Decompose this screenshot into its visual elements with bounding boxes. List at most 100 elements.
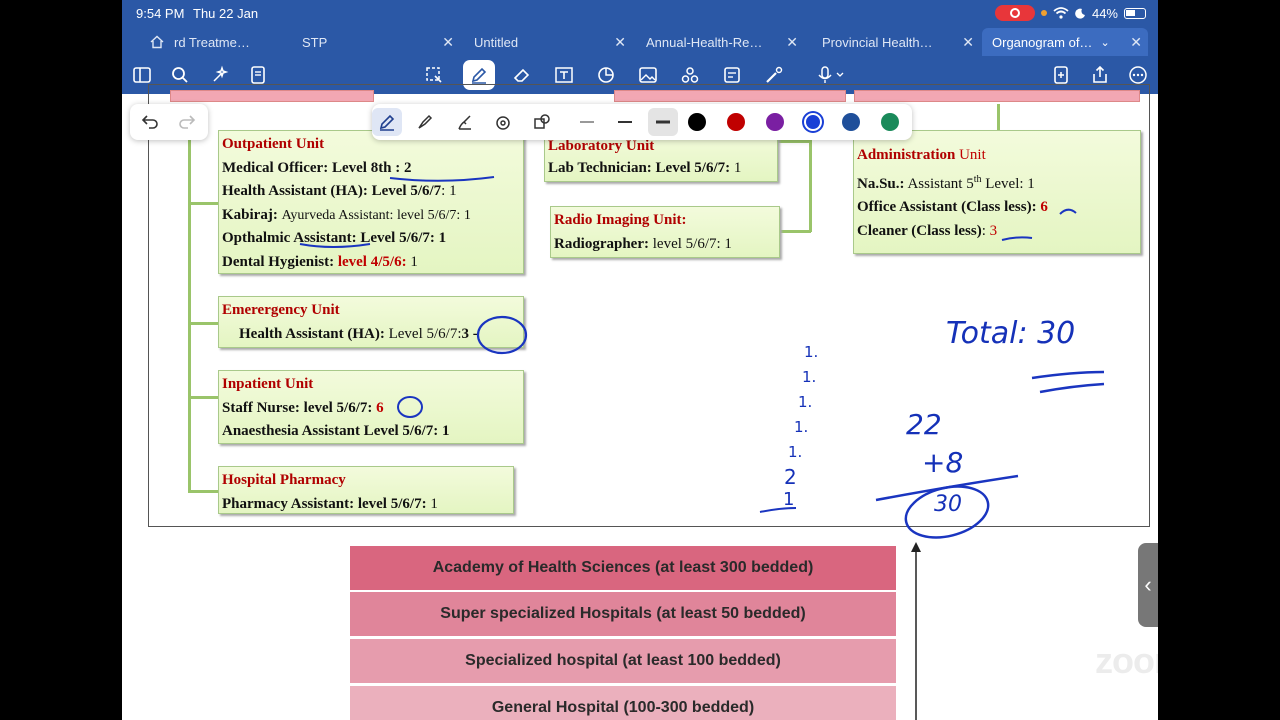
tab-label: Untitled [474,34,519,50]
administration-title: Administration Unit [857,147,986,163]
status-time: 9:54 PM [136,6,185,21]
undo-icon[interactable] [135,108,165,136]
color-swatch-navy[interactable] [842,113,860,131]
color-swatch-green[interactable] [881,113,899,131]
handwritten-total: Total: 30 [946,316,1076,351]
outpatient-line: Kabiraj: Ayurveda Assistant: level 5/6/7… [222,206,471,223]
chevron-left-icon[interactable]: ‹ [1144,572,1151,598]
outpatient-line: Medical Officer: Level 8th : 2 [222,159,412,176]
tab-label: rd Treatme… [174,34,250,50]
connector-line [188,396,218,399]
tab-provincial-health[interactable]: Provincial Health… ✕ [812,28,974,56]
color-swatch-blue-selected[interactable] [804,113,822,131]
tab-annual-health[interactable]: Annual-Health-Re… ✕ [636,28,798,56]
handwritten-sum-top: 22 [906,408,942,441]
pharmacy-line: Pharmacy Assistant: level 5/6/7: 1 [222,495,438,512]
pharmacy-title: Hospital Pharmacy [222,472,346,488]
close-tab-icon[interactable]: ✕ [962,34,974,51]
connector-line [188,490,218,493]
parent-box-partial [854,90,1140,102]
tab-label: Provincial Health… [822,34,933,50]
pen-options-toolbar [372,104,912,140]
moon-icon [1075,8,1085,19]
wifi-icon [1053,7,1069,19]
tab-stp[interactable]: STP ✕ [292,28,454,56]
undo-redo-bar [130,104,208,140]
handwritten-sum-result: 30 [934,492,962,517]
administration-line: Na.Su.: Assistant 5th Level: 1 [857,173,1035,192]
tally-mark: 1. [802,368,817,386]
document-page[interactable]: Outpatient Unit Medical Officer: Level 8… [122,84,1158,720]
color-swatch-purple[interactable] [766,113,784,131]
tally-mark: 1. [798,393,813,411]
emergency-line: Health Assistant (HA): Level 5/6/7:3 - [239,325,478,342]
tab-untitled[interactable]: Untitled ✕ [464,28,626,56]
side-panel-handle[interactable]: ‹ [1138,543,1158,627]
status-bar: 9:54 PM Thu 22 Jan 44% [122,0,1158,28]
connector-line [778,140,811,143]
status-right: 44% [994,5,1146,21]
pharmacy-box: Hospital Pharmacy Pharmacy Assistant: le… [218,466,514,514]
stroke-thin-icon[interactable] [572,108,602,136]
tier-general: General Hospital (100-300 bedded) [350,686,896,720]
handwritten-sum-add: +8 [922,446,964,479]
zoom-watermark: zoom [1095,640,1158,681]
outpatient-line: Dental Hygienist: level 4/5/6: 1 [222,253,418,270]
battery-icon [1124,7,1146,19]
ball-pen-icon[interactable] [410,108,440,136]
outpatient-line: Opthalmic Assistant: Level 5/6/7: 1 [222,230,447,246]
hierarchy-arrow [911,542,921,720]
stroke-thick-icon[interactable] [648,108,678,136]
color-swatch-black[interactable] [688,113,706,131]
emergency-title: Emerergency Unit [222,302,340,318]
screen-recording-icon[interactable] [994,5,1035,21]
parent-box-partial [170,90,374,102]
mic-indicator-icon [1040,10,1047,16]
connector-line [188,134,191,492]
close-tab-icon[interactable]: ✕ [1130,34,1142,51]
tab-rd-treatment[interactable]: rd Treatme… [140,28,280,56]
battery-percent: 44% [1091,5,1118,21]
connector-line [188,202,218,205]
brush-pen-icon[interactable] [450,108,480,136]
connector-line [809,138,812,232]
close-tab-icon[interactable]: ✕ [786,34,798,51]
parent-box-partial [614,90,846,102]
tally-mark: 1 [783,489,795,510]
tier-academy: Academy of Health Sciences (at least 300… [350,546,896,590]
laboratory-line: Lab Technician: Level 5/6/7: 1 [548,160,742,176]
handwritten-tally: 1. 1. 1. 1. 1. 2 1 [778,340,818,510]
color-swatch-red[interactable] [727,113,745,131]
tab-label: Annual-Health-Re… [646,34,763,50]
tally-mark: 1. [794,418,809,436]
tier-specialized: Specialized hospital (at least 100 bedde… [350,639,896,683]
close-tab-icon[interactable]: ✕ [442,34,454,51]
radio-line: Radiographer: level 5/6/7: 1 [554,235,732,252]
fountain-pen-icon[interactable] [372,108,402,136]
shape-pen-icon[interactable] [488,108,518,136]
radio-title: Radio Imaging Unit: [554,212,687,228]
administration-box: Administration Unit Na.Su.: Assistant 5t… [853,130,1141,254]
redo-icon[interactable] [172,108,202,136]
inpatient-unit-box: Inpatient Unit Staff Nurse: level 5/6/7:… [218,370,524,444]
connector-line [188,322,218,325]
tab-label: STP [302,34,328,50]
connector-line [997,104,1000,130]
emergency-unit-box: Emerergency Unit Health Assistant (HA): … [218,296,524,348]
inpatient-title: Inpatient Unit [222,376,314,392]
tally-mark: 2 [784,465,797,489]
tier-super-specialized: Super specialized Hospitals (at least 50… [350,592,896,636]
inpatient-line: Anaesthesia Assistant Level 5/6/7: 1 [222,423,450,439]
tab-label: Organogram of… [992,34,1093,50]
close-tab-icon[interactable]: ✕ [614,34,626,51]
outpatient-line: Health Assistant (HA): Level 5/6/7: 1 [222,183,457,199]
tally-mark: 1. [804,343,819,361]
radio-imaging-box: Radio Imaging Unit: Radiographer: level … [550,206,780,258]
home-icon[interactable] [150,35,164,49]
chevron-down-icon[interactable]: ⌄ [1100,36,1109,49]
stroke-medium-icon[interactable] [610,108,640,136]
ipad-screen: 9:54 PM Thu 22 Jan 44% rd Treatme… STP ✕ … [122,0,1158,720]
administration-line: Office Assistant (Class less): 6 [857,199,1048,215]
shape-recognition-icon[interactable] [527,108,557,136]
tab-organogram[interactable]: Organogram of… ⌄ ✕ [982,28,1148,56]
